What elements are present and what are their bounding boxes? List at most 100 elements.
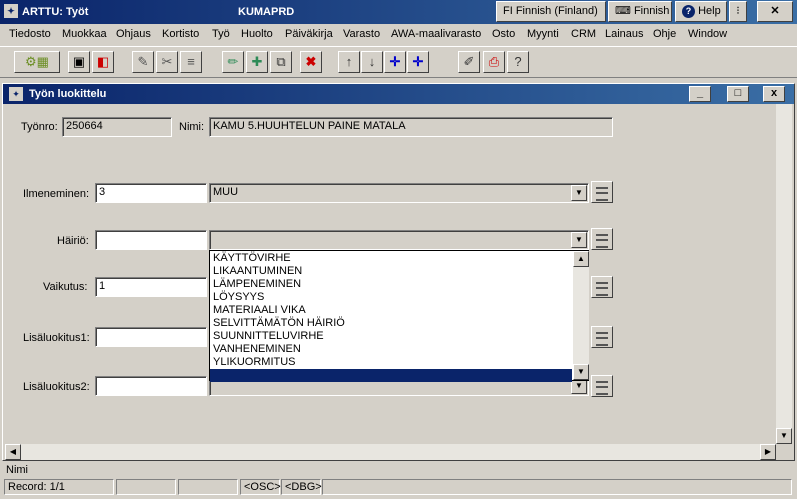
first-record-icon[interactable]: ✛ [384, 51, 406, 73]
scroll-down-icon[interactable]: ▼ [573, 364, 589, 380]
status-field-name: Nimi [6, 464, 28, 476]
nimi-label: Nimi: [179, 121, 205, 133]
hairio-label: Häiriö: [57, 235, 89, 247]
dropdown-option[interactable]: MATERIAALI VIKA [210, 304, 572, 317]
edit-icon[interactable]: ✎ [132, 51, 154, 73]
close-app-button[interactable]: ✕ [757, 1, 793, 22]
menu-myynti[interactable]: Myynti [527, 28, 559, 40]
menubar: Tiedosto Muokkaa Ohjaus Kortisto Työ Huo… [0, 25, 797, 45]
lisaluokitus2-code-input[interactable] [95, 376, 207, 396]
menu-window[interactable]: Window [688, 28, 727, 40]
vaikutus-code-input[interactable]: 1 [95, 277, 207, 297]
status-cell-empty-2 [178, 479, 238, 495]
lisaluokitus1-code-input[interactable] [95, 327, 207, 347]
language-selector[interactable]: FI Finnish (Finland) [496, 1, 606, 22]
ilmeneminen-select[interactable]: MUU ▼ [209, 183, 589, 203]
form-horizontal-scrollbar[interactable]: ◀ ▶ [5, 444, 776, 460]
pencil-icon[interactable]: ✏ [222, 51, 244, 73]
close-window-icon: x [770, 87, 778, 99]
chevron-down-icon[interactable]: ▼ [571, 185, 587, 201]
exit-icon[interactable]: ◧ [92, 51, 114, 73]
menu-varasto[interactable]: Varasto [343, 28, 380, 40]
menu-ohje[interactable]: Ohje [653, 28, 676, 40]
next-record-icon[interactable]: ↓ [361, 51, 383, 73]
lisaluokitus2-lov-button[interactable] [591, 375, 613, 397]
attachment-icon[interactable]: ✐ [458, 51, 480, 73]
dropdown-option[interactable]: LÄMPENEMINEN [210, 278, 572, 291]
keyboard-button[interactable]: ⌨ Finnish [608, 1, 672, 22]
language-label: FI Finnish (Finland) [503, 5, 598, 17]
save-icon[interactable]: ▣ [68, 51, 90, 73]
dropdown-option[interactable]: SELVITTÄMÄTÖN HÄIRIÖ [210, 317, 572, 330]
tools-icon[interactable]: ✂ [156, 51, 178, 73]
lisaluokitus1-label: Lisäluokitus1: [23, 332, 90, 344]
menu-awa-maalivarasto[interactable]: AWA-maalivarasto [391, 28, 481, 40]
form-vertical-scrollbar[interactable]: ▼ [776, 104, 792, 444]
dropdown-scrollbar[interactable]: ▲ ▼ [573, 251, 589, 380]
ilmeneminen-code-input[interactable]: 3 [95, 183, 207, 203]
options-button[interactable]: ⁝ [729, 1, 747, 22]
scroll-right-icon[interactable]: ▶ [760, 444, 776, 460]
maximize-button[interactable]: □ [727, 86, 749, 102]
copy-icon[interactable]: ⧉ [270, 51, 292, 73]
tyonro-field[interactable]: 250664 [62, 117, 172, 137]
dropdown-option[interactable]: YLIKUORMITUS [210, 356, 572, 369]
menu-crm[interactable]: CRM [571, 28, 596, 40]
options-icon: ⁝ [736, 5, 740, 17]
ilmeneminen-value: MUU [213, 186, 239, 198]
tyonro-label: Työnro: [21, 121, 58, 133]
keyboard-icon: ⌨ [615, 5, 634, 17]
scroll-left-icon[interactable]: ◀ [5, 444, 21, 460]
list-icon[interactable]: ≡ [180, 51, 202, 73]
form-titlebar: ✦ Työn luokittelu _ □ x [3, 84, 794, 104]
new-record-icon[interactable]: ✚ [246, 51, 268, 73]
menu-kortisto[interactable]: Kortisto [162, 28, 199, 40]
keyboard-label: Finnish [633, 5, 670, 17]
help-icon: ? [682, 5, 695, 18]
last-record-icon[interactable]: ✛ [407, 51, 429, 73]
chevron-down-icon[interactable]: ▼ [571, 232, 587, 248]
vaikutus-lov-button[interactable] [591, 276, 613, 298]
app-title: ARTTU: Työt [22, 6, 89, 18]
hairio-dropdown-list: KÄYTTÖVIRHE LIKAANTUMINEN LÄMPENEMINEN L… [209, 250, 589, 382]
hairio-code-input[interactable] [95, 230, 207, 250]
tool-icon-1[interactable]: ⚙▦ [14, 51, 60, 73]
status-dbg: <DBG> [281, 479, 322, 495]
dropdown-option[interactable]: KÄYTTÖVIRHE [210, 252, 572, 265]
previous-record-icon[interactable]: ↑ [338, 51, 360, 73]
hairio-select[interactable]: ▼ [209, 230, 589, 250]
dropdown-option[interactable]: LIKAANTUMINEN [210, 265, 572, 278]
dropdown-option[interactable]: LÖYSYYS [210, 291, 572, 304]
app-titlebar: ✦ ARTTU: Työt KUMAPRD FI Finnish (Finlan… [0, 0, 797, 24]
status-cell-empty-3 [322, 479, 792, 495]
dropdown-option-selected[interactable] [210, 369, 572, 382]
menu-ohjaus[interactable]: Ohjaus [116, 28, 151, 40]
scroll-up-icon[interactable]: ▲ [573, 251, 589, 267]
menu-paivakirja[interactable]: Päiväkirja [285, 28, 333, 40]
minimize-button[interactable]: _ [689, 86, 711, 102]
menu-tyo[interactable]: Työ [212, 28, 230, 40]
nimi-field[interactable]: KAMU 5.HUUHTELUN PAINE MATALA [209, 117, 613, 137]
menu-osto[interactable]: Osto [492, 28, 515, 40]
help-button[interactable]: ? Help [675, 1, 727, 22]
hairio-lov-button[interactable] [591, 228, 613, 250]
status-cell-empty-1 [116, 479, 176, 495]
scroll-down-icon[interactable]: ▼ [776, 428, 792, 444]
menu-muokkaa[interactable]: Muokkaa [62, 28, 107, 40]
lisaluokitus1-lov-button[interactable] [591, 326, 613, 348]
close-window-button[interactable]: x [763, 86, 785, 102]
dropdown-option[interactable]: SUUNNITTELUVIRHE [210, 330, 572, 343]
close-icon: ✕ [770, 5, 780, 17]
context-help-icon[interactable]: ? [507, 51, 529, 73]
menu-lainaus[interactable]: Lainaus [605, 28, 644, 40]
ilmeneminen-lov-button[interactable] [591, 181, 613, 203]
menu-tiedosto[interactable]: Tiedosto [9, 28, 51, 40]
toolbar: ⚙▦ ▣ ◧ ✎ ✂ ≡ ✏ ✚ ⧉ ✖ ↑ ↓ ✛ ✛ ✐ ⎙ ? [0, 46, 797, 78]
vaikutus-label: Vaikutus: [43, 281, 88, 293]
dropdown-option[interactable]: VANHENEMINEN [210, 343, 572, 356]
form-title: Työn luokittelu [29, 88, 107, 100]
delete-icon[interactable]: ✖ [300, 51, 322, 73]
menu-huolto[interactable]: Huolto [241, 28, 273, 40]
app-icon: ✦ [4, 4, 18, 18]
print-icon[interactable]: ⎙ [483, 51, 505, 73]
